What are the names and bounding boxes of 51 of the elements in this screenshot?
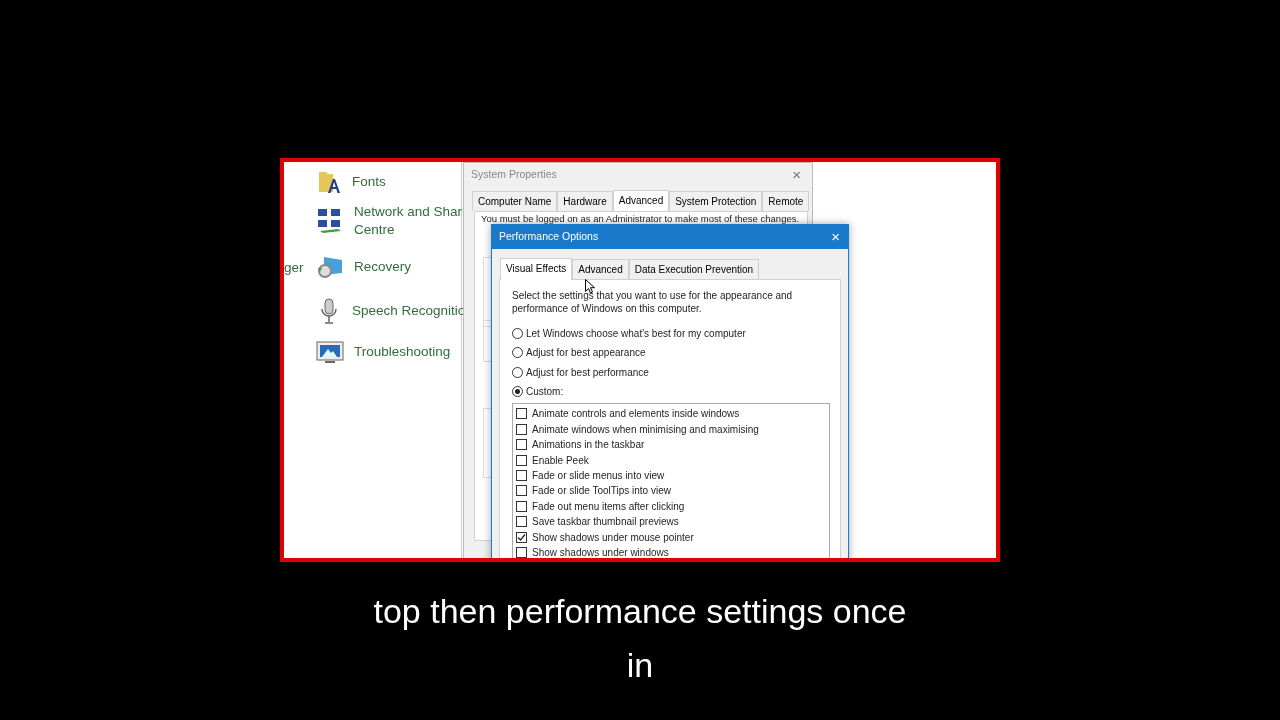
description-text: Select the settings that you want to use for the appearance and performance of Windows on this computer. <box>512 289 794 315</box>
control-panel-link[interactable]: Troubleshooting <box>354 343 451 361</box>
checkbox-label: Enable Peek <box>532 453 589 468</box>
tab[interactable]: Computer Name <box>472 190 558 211</box>
tab[interactable]: Visual Effects <box>500 258 573 280</box>
checkbox[interactable] <box>516 546 527 558</box>
checkbox-label: Animate controls and elements inside windows <box>532 407 740 422</box>
checkbox[interactable] <box>516 454 527 466</box>
checkbox-label: Fade out menu items after clicking <box>532 499 685 514</box>
checkbox-label: Fade or slide menus into view <box>532 468 665 483</box>
checkbox[interactable] <box>516 408 527 420</box>
radio-label: Let Windows choose what's best for my computer <box>526 327 746 342</box>
checkbox[interactable] <box>516 439 527 451</box>
notice-text: You must be logged on as an Administrator to make most of these changes. <box>481 212 801 224</box>
checkbox[interactable] <box>516 531 527 543</box>
checkbox[interactable] <box>516 485 527 497</box>
radio-label: Adjust for best appearance <box>526 346 646 361</box>
tab[interactable]: Advanced <box>612 189 670 212</box>
radio-button[interactable] <box>512 366 523 378</box>
radio-button[interactable] <box>512 328 523 340</box>
checkbox-label: Fade or slide ToolTips into view <box>532 484 671 499</box>
radio-button[interactable] <box>512 386 523 398</box>
radio-label: Custom: <box>526 385 564 400</box>
checkbox[interactable] <box>516 516 527 528</box>
subtitle-text: top then performance settings once in <box>372 591 908 686</box>
close-button[interactable]: × <box>788 167 805 183</box>
radio-button[interactable] <box>512 347 523 359</box>
folder-icon <box>316 169 342 195</box>
tab[interactable]: Advanced <box>572 259 629 279</box>
checkbox-label: Show shadows under windows <box>532 545 669 558</box>
checkbox-label: Show shadows under mouse pointer <box>532 530 694 545</box>
checkbox[interactable] <box>516 500 527 512</box>
window-title: Performance Options <box>499 229 599 245</box>
window-title: System Properties <box>471 167 557 182</box>
recovery-icon <box>316 254 344 280</box>
radio-label: Adjust for best performance <box>526 365 649 380</box>
control-panel-link[interactable]: Recovery <box>354 258 412 276</box>
tab[interactable]: System Protection <box>669 190 763 211</box>
tab[interactable]: Remote <box>762 190 810 211</box>
checkbox[interactable] <box>516 423 527 435</box>
control-panel-link[interactable]: Speech Recognitio <box>352 302 466 320</box>
troubleshooting-icon <box>316 340 344 364</box>
checkbox-label: Save taskbar thumbnail previews <box>532 515 679 530</box>
checkbox-label: Animate windows when minimising and maximising <box>532 422 759 437</box>
link-text[interactable]: ger <box>284 258 304 279</box>
tab[interactable]: Data Execution Prevention <box>628 259 760 279</box>
checkbox[interactable] <box>516 469 527 481</box>
control-panel-link[interactable]: Fonts <box>352 173 386 191</box>
tab[interactable]: Hardware <box>557 190 613 211</box>
close-button[interactable]: × <box>827 230 844 244</box>
checkbox-label: Animations in the taskbar <box>532 438 645 453</box>
